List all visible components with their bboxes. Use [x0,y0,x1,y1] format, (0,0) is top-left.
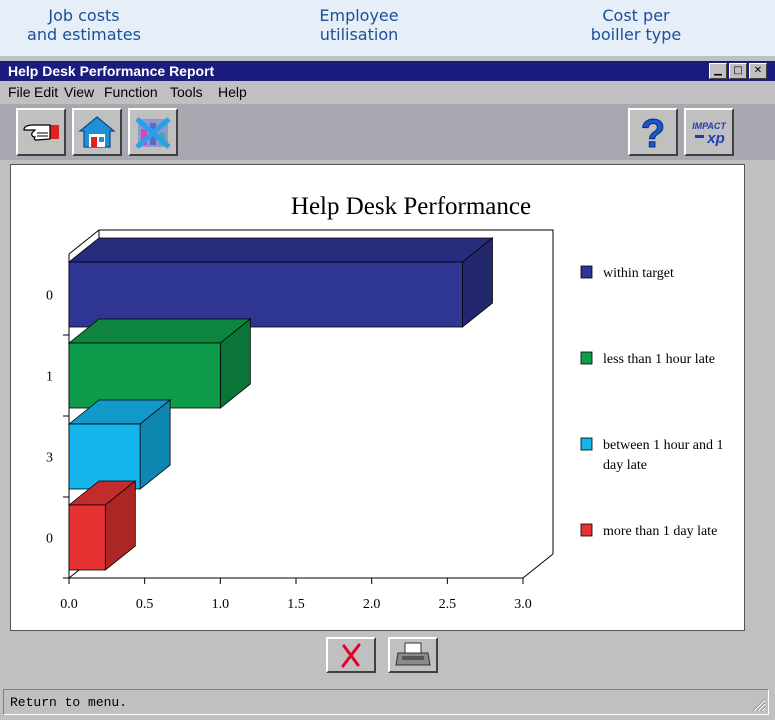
x-tick-label: 2.5 [439,597,457,612]
menu-function[interactable]: Function [104,84,158,100]
bar [68,342,221,409]
close-report-button[interactable] [326,637,376,673]
home-icon [78,116,116,148]
toolbar: ? IMPACT xp [0,104,775,160]
x-tick-label: 0.5 [136,597,154,612]
resize-grip-icon[interactable] [750,696,766,712]
legend-label: between 1 hour and 1 [603,438,724,453]
minimize-button[interactable]: ▁ [709,63,727,79]
y-tick-label: 1 [46,370,53,385]
legend-swatch [580,437,593,451]
y-tick-label: 0 [46,532,53,547]
y-tick-label: 3 [46,451,53,466]
menu-file[interactable]: File [8,84,31,100]
minimize-icon: ▁ [714,65,722,76]
report-window: Help Desk Performance Report ▁ □ ✕ File … [0,56,775,720]
help-question-icon: ? [640,113,665,151]
help-button[interactable]: ? [628,108,678,156]
y-tick-label: 0 [46,289,53,304]
x-tick-label: 1.5 [287,597,305,612]
svg-text:?: ? [641,113,665,151]
x-tick-label: 3.0 [514,597,532,612]
x-tick-label: 2.0 [363,597,381,612]
legend-label: less than 1 hour late [603,352,715,367]
window-titlebar[interactable]: Help Desk Performance Report ▁ □ ✕ [0,61,775,81]
legend-swatch [580,351,593,365]
home-button[interactable] [72,108,122,156]
top-navigation: Job costs and estimates Employee utilisa… [0,0,775,56]
bar [68,423,141,490]
bar-top [67,237,494,263]
menu-bar: File Edit View Function Tools Help [0,82,775,104]
nav-link-employee-line1: Employee [319,6,399,25]
maximize-button[interactable]: □ [729,63,747,79]
legend-swatch [580,265,593,279]
close-x-icon [341,643,361,668]
chart-button[interactable] [128,108,178,156]
nav-link-job-costs-line2: and estimates [27,25,141,44]
legend-label: within target [603,266,674,281]
menu-edit[interactable]: Edit [34,84,58,100]
nav-link-job-costs-line1: Job costs [48,6,120,25]
menu-view[interactable]: View [64,84,94,100]
legend-swatch [580,523,593,537]
impact-xp-logo-icon: IMPACT xp [692,121,727,147]
impact-xp-button[interactable]: IMPACT xp [684,108,734,156]
chart-title: Help Desk Performance [291,193,531,220]
menu-tools[interactable]: Tools [170,84,203,100]
crossed-out-chart-icon [135,117,171,149]
chart-depth-edge [522,553,554,579]
window-title: Help Desk Performance Report [8,63,215,79]
close-icon: ✕ [753,65,763,76]
pointing-hand-icon [23,124,59,141]
bar-top [67,318,252,344]
status-text: Return to menu. [10,695,128,710]
legend-label: more than 1 day late [603,524,717,539]
printer-icon [395,642,431,666]
nav-link-cost-line2: boiller type [590,25,682,44]
bar-chart: Help Desk Performance 0.0 0.5 1.0 1.5 2.0 2.5 3… [46,193,724,612]
legend-label-line2: day late [603,458,647,473]
bar [68,261,463,328]
menu-help[interactable]: Help [218,84,247,100]
bar [68,504,106,571]
status-bar: Return to menu. [3,689,769,715]
nav-link-employee-utilisation[interactable]: Employee utilisation [300,6,418,44]
maximize-icon: □ [733,65,743,76]
back-button[interactable] [16,108,66,156]
x-tick-label: 1.0 [212,597,230,612]
x-tick-label: 0.0 [60,597,78,612]
chart-panel: Help Desk Performance 0.0 0.5 1.0 1.5 2.0 2.5 3… [10,164,745,631]
nav-link-cost-line1: Cost per [602,6,670,25]
nav-link-employee-line2: utilisation [319,25,399,44]
close-window-button[interactable]: ✕ [749,63,767,79]
nav-link-job-costs[interactable]: Job costs and estimates [20,6,148,44]
impact-logo-text-line2: xp [706,130,725,147]
print-button[interactable] [388,637,438,673]
nav-link-cost-per-boiler[interactable]: Cost per boiller type [580,6,692,44]
